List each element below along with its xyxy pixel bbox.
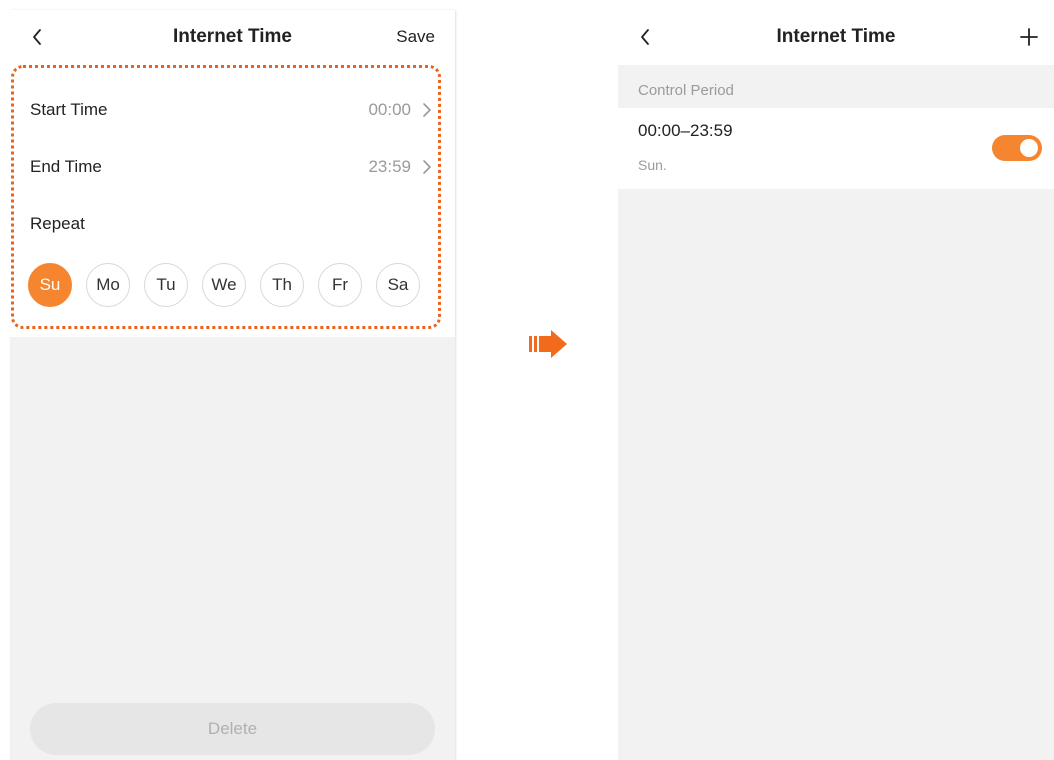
page-title: Internet Time — [173, 26, 292, 47]
period-enable-toggle[interactable] — [992, 135, 1042, 161]
chevron-left-icon — [33, 29, 41, 45]
repeat-row: Repeat — [10, 202, 455, 246]
day-toggle-fr[interactable]: Fr — [318, 263, 362, 307]
day-selector: Su Mo Tu We Th Fr Sa — [28, 263, 438, 309]
period-form: Start Time 00:00 End Time 23:59 Repeat S… — [10, 65, 455, 337]
save-button[interactable]: Save — [396, 27, 435, 47]
list-item[interactable]: 00:00–23:59 Sun. — [618, 108, 1054, 189]
back-button[interactable] — [632, 24, 658, 50]
chevron-left-icon — [641, 29, 649, 45]
repeat-label: Repeat — [30, 214, 85, 233]
arrow-right-icon — [529, 330, 567, 358]
chevron-right-icon — [423, 160, 431, 174]
period-time: 00:00–23:59 — [638, 121, 733, 140]
day-toggle-sa[interactable]: Sa — [376, 263, 420, 307]
plus-icon — [1020, 28, 1038, 46]
day-toggle-tu[interactable]: Tu — [144, 263, 188, 307]
start-time-value: 00:00 — [368, 100, 411, 119]
end-time-row[interactable]: End Time 23:59 — [10, 145, 455, 189]
toggle-knob — [1020, 139, 1038, 157]
day-toggle-th[interactable]: Th — [260, 263, 304, 307]
day-toggle-mo[interactable]: Mo — [86, 263, 130, 307]
chevron-right-icon — [423, 103, 431, 117]
nav-bar: Internet Time Save — [10, 10, 455, 65]
period-list-screen: Internet Time Control Period 00:00–23:59… — [618, 10, 1054, 760]
end-time-value: 23:59 — [368, 157, 411, 176]
start-time-label: Start Time — [30, 100, 108, 119]
start-time-row[interactable]: Start Time 00:00 — [10, 88, 455, 132]
end-time-label: End Time — [30, 157, 102, 176]
delete-button[interactable]: Delete — [30, 703, 435, 755]
back-button[interactable] — [24, 24, 50, 50]
day-toggle-su[interactable]: Su — [28, 263, 72, 307]
section-header: Control Period — [638, 82, 734, 99]
add-period-button[interactable] — [1016, 24, 1042, 50]
edit-period-screen: Internet Time Save Start Time 00:00 End … — [10, 10, 455, 760]
page-title: Internet Time — [776, 26, 896, 47]
day-toggle-we[interactable]: We — [202, 263, 246, 307]
nav-bar: Internet Time — [618, 10, 1054, 65]
period-days: Sun. — [638, 157, 667, 173]
